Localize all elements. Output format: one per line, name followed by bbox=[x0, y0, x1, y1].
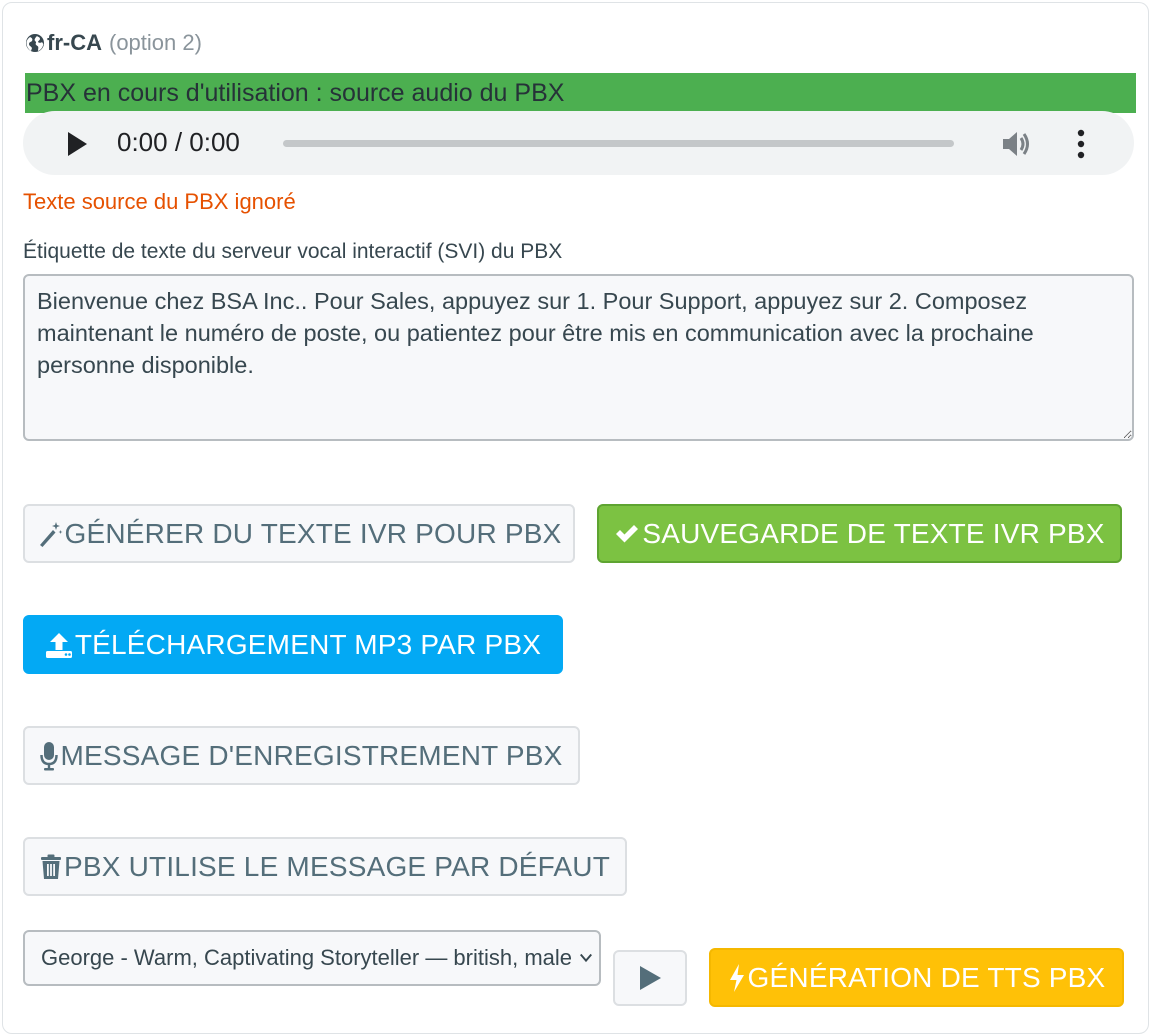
play-icon bbox=[640, 966, 661, 990]
generate-tts-label: GÉNÉRATION DE TTS PBX bbox=[747, 961, 1106, 993]
check-icon bbox=[616, 524, 639, 542]
save-ivr-text-label: SAUVEGARDE DE TEXTE IVR PBX bbox=[642, 517, 1105, 549]
more-vert-icon[interactable] bbox=[1073, 127, 1089, 161]
upload-icon bbox=[45, 632, 72, 658]
voice-selected-value: George - Warm, Captivating Storyteller —… bbox=[41, 945, 573, 970]
language-code: fr-CA bbox=[47, 30, 102, 55]
record-message-label: MESSAGE D'ENREGISTREMENT PBX bbox=[60, 739, 563, 771]
ivr-text-input[interactable]: Bienvenue chez BSA Inc.. Pour Sales, app… bbox=[23, 274, 1134, 441]
ivr-text-label: Étiquette de texte du serveur vocal inte… bbox=[23, 240, 563, 263]
magic-wand-icon bbox=[39, 521, 63, 547]
save-ivr-text-button[interactable]: SAUVEGARDE DE TEXTE IVR PBX bbox=[597, 504, 1122, 563]
trash-icon bbox=[41, 854, 61, 879]
status-banner: PBX en cours d'utilisation : source audi… bbox=[25, 73, 1136, 113]
bolt-icon bbox=[729, 963, 744, 992]
language-header: fr-CA (option 2) bbox=[25, 29, 202, 57]
use-default-message-button[interactable]: PBX UTILISE LE MESSAGE PAR DÉFAUT bbox=[23, 837, 627, 896]
audio-time: 0:00 / 0:00 bbox=[117, 127, 240, 157]
microphone-icon bbox=[40, 741, 59, 770]
globe-icon bbox=[26, 34, 44, 52]
generate-tts-button[interactable]: GÉNÉRATION DE TTS PBX bbox=[709, 948, 1124, 1007]
upload-mp3-label: TÉLÉCHARGEMENT MP3 PAR PBX bbox=[74, 628, 542, 660]
audio-player[interactable]: 0:00 / 0:00 bbox=[23, 111, 1134, 175]
voice-preview-button[interactable] bbox=[613, 950, 687, 1006]
language-option: (option 2) bbox=[109, 30, 202, 55]
ivr-card: fr-CA (option 2) PBX en cours d'utilisat… bbox=[2, 2, 1149, 1034]
use-default-message-label: PBX UTILISE LE MESSAGE PAR DÉFAUT bbox=[64, 850, 611, 882]
generate-ivr-text-label: GÉNÉRER DU TEXTE IVR POUR PBX bbox=[64, 517, 562, 549]
volume-icon[interactable] bbox=[1000, 127, 1034, 161]
chevron-down-icon bbox=[577, 949, 593, 967]
play-icon[interactable] bbox=[65, 131, 89, 157]
audio-seek-bar[interactable] bbox=[283, 140, 954, 147]
record-message-button[interactable]: MESSAGE D'ENREGISTREMENT PBX bbox=[23, 726, 580, 785]
generate-ivr-text-button[interactable]: GÉNÉRER DU TEXTE IVR POUR PBX bbox=[23, 504, 575, 563]
upload-mp3-button[interactable]: TÉLÉCHARGEMENT MP3 PAR PBX bbox=[23, 615, 563, 674]
ignored-notice: Texte source du PBX ignoré bbox=[23, 189, 296, 214]
voice-select[interactable]: George - Warm, Captivating Storyteller —… bbox=[23, 930, 601, 986]
